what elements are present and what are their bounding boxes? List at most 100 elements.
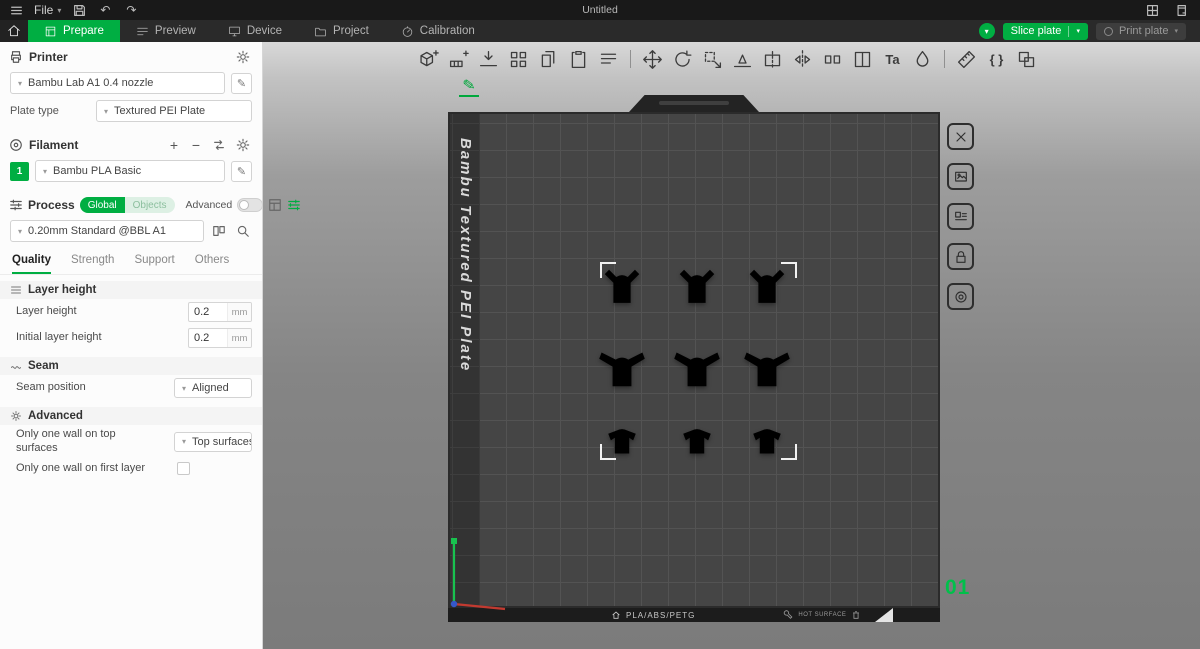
- place-on-face-icon[interactable]: [729, 46, 756, 73]
- scale-icon[interactable]: [699, 46, 726, 73]
- tab-project[interactable]: Project: [298, 20, 385, 42]
- sketch-pencil-icon[interactable]: ✎: [459, 76, 479, 97]
- chevron-down-icon: ▾: [18, 78, 23, 88]
- process-preset-select[interactable]: ▾ 0.20mm Standard @BBL A1: [10, 220, 204, 242]
- printer-preset-select[interactable]: ▾ Bambu Lab A1 0.4 nozzle: [10, 72, 225, 94]
- filament-header-label: Filament: [29, 138, 79, 152]
- process-preset-value: 0.20mm Standard @BBL A1: [28, 225, 166, 237]
- auto-orient-icon[interactable]: [475, 46, 502, 73]
- scope-global[interactable]: Global: [79, 197, 125, 213]
- delete-plate-icon[interactable]: [947, 123, 974, 150]
- search-icon[interactable]: [234, 222, 252, 240]
- print-plate-button[interactable]: Print plate ▾: [1095, 22, 1186, 40]
- add-icon[interactable]: [415, 46, 442, 73]
- process-header-label: Process: [28, 198, 75, 212]
- layers-icon: [11, 286, 21, 294]
- device-icon: [229, 26, 240, 36]
- move-icon[interactable]: [639, 46, 666, 73]
- plate-corner-notch: [875, 608, 894, 622]
- arrange-icon[interactable]: [505, 46, 532, 73]
- restore-window-icon[interactable]: [1172, 3, 1188, 17]
- assembly-view-icon[interactable]: { }: [983, 46, 1010, 73]
- one-wall-first-layer-checkbox[interactable]: [177, 461, 190, 475]
- tab-preview[interactable]: Preview: [120, 20, 212, 42]
- chevron-down-icon: ▾: [43, 166, 48, 176]
- paste-icon[interactable]: [565, 46, 592, 73]
- split-to-parts-icon[interactable]: [849, 46, 876, 73]
- tab-strength[interactable]: Strength: [71, 254, 114, 274]
- color-painting-icon[interactable]: [909, 46, 936, 73]
- tab-device[interactable]: Device: [212, 20, 298, 42]
- initial-layer-height-input[interactable]: 0.2 mm: [188, 328, 252, 348]
- combine-objects-icon[interactable]: [1013, 46, 1040, 73]
- plate-name-icon[interactable]: [947, 203, 974, 230]
- filament-gear-icon[interactable]: [234, 136, 252, 154]
- build-plate[interactable]: Bambu Textured PEI Plate PLA/ABS/PETG HO…: [448, 95, 940, 622]
- object-list-icon[interactable]: [595, 46, 622, 73]
- plate-settings-icon[interactable]: [947, 283, 974, 310]
- model-object[interactable]: [596, 347, 648, 391]
- cut-icon[interactable]: [759, 46, 786, 73]
- filament-preset-select[interactable]: ▾ Bambu PLA Basic: [35, 160, 225, 182]
- printer-gear-icon[interactable]: [234, 48, 252, 66]
- remove-filament-button[interactable]: −: [188, 137, 204, 153]
- pencil-icon: ✎: [236, 165, 247, 178]
- add-plate-icon[interactable]: [445, 46, 472, 73]
- tab-support[interactable]: Support: [134, 254, 174, 274]
- flush-options-icon[interactable]: [210, 136, 228, 154]
- text-tool-icon[interactable]: Ta: [879, 46, 906, 73]
- sidebar: Printer ▾ Bambu Lab A1 0.4 nozzle ✎ Plat…: [0, 42, 301, 649]
- advanced-toggle[interactable]: [237, 198, 264, 212]
- tab-quality[interactable]: Quality: [12, 254, 51, 274]
- file-menu-label: File: [34, 3, 54, 17]
- group-advanced: Advanced: [0, 407, 262, 425]
- advanced-label: Advanced: [185, 199, 233, 211]
- model-object[interactable]: [671, 347, 723, 391]
- compare-presets-icon[interactable]: [210, 222, 228, 240]
- toolbar-separator: [944, 50, 945, 68]
- chevron-down-icon: ▾: [1076, 28, 1080, 35]
- edit-plate-image-icon[interactable]: [947, 163, 974, 190]
- one-wall-top-select[interactable]: ▾ Top surfaces: [174, 431, 252, 452]
- slice-plate-button[interactable]: Slice plate ▾: [1002, 22, 1088, 40]
- copy-icon[interactable]: [535, 46, 562, 73]
- undo-icon[interactable]: ↶: [97, 3, 113, 17]
- scope-objects[interactable]: Objects: [124, 197, 175, 213]
- process-scope-toggle[interactable]: Global Objects: [79, 197, 175, 213]
- seam-icon: [11, 366, 21, 369]
- edit-filament-preset-button[interactable]: ✎: [231, 160, 252, 182]
- titlebar: File ▾ ↶ ↷ Untitled: [0, 0, 1200, 20]
- chevron-down-icon: ▾: [104, 106, 109, 116]
- param-settings-icon[interactable]: [287, 196, 301, 214]
- calibration-icon: [402, 25, 412, 37]
- layer-height-input[interactable]: 0.2 mm: [188, 302, 252, 322]
- sync-icon[interactable]: ▾: [978, 23, 995, 39]
- viewport-3d[interactable]: Ta { } ✎ Bambu Textured PEI Plate PLA/AB…: [263, 42, 1200, 649]
- tab-others[interactable]: Others: [195, 254, 230, 274]
- plate-type-select[interactable]: ▾ Textured PEI Plate: [96, 100, 252, 122]
- wrench-icon: [784, 610, 793, 619]
- layout-toggle-icon[interactable]: [1144, 3, 1160, 17]
- tab-calibration[interactable]: Calibration: [385, 20, 491, 42]
- rotate-icon[interactable]: [669, 46, 696, 73]
- model-object[interactable]: [676, 419, 718, 459]
- edit-printer-preset-button[interactable]: ✎: [231, 72, 252, 94]
- param-table-icon[interactable]: [268, 196, 282, 214]
- split-to-objects-icon[interactable]: [819, 46, 846, 73]
- plate-surface[interactable]: Bambu Textured PEI Plate: [448, 112, 940, 611]
- filament-slot-badge[interactable]: 1: [10, 161, 29, 181]
- seam-position-select[interactable]: ▾ Aligned: [174, 378, 252, 398]
- model-object[interactable]: [741, 347, 793, 391]
- file-menu[interactable]: File ▾: [34, 3, 61, 17]
- redo-icon[interactable]: ↷: [123, 3, 139, 17]
- home-button[interactable]: [0, 20, 28, 42]
- measure-icon[interactable]: [953, 46, 980, 73]
- save-icon[interactable]: [71, 3, 87, 17]
- app-menu-icon[interactable]: [8, 3, 24, 17]
- tab-prepare[interactable]: Prepare: [28, 20, 120, 42]
- add-filament-button[interactable]: +: [166, 137, 182, 153]
- plate-toolbar: [947, 123, 974, 323]
- mirror-icon[interactable]: [789, 46, 816, 73]
- model-object[interactable]: [674, 266, 720, 308]
- lock-plate-icon[interactable]: [947, 243, 974, 270]
